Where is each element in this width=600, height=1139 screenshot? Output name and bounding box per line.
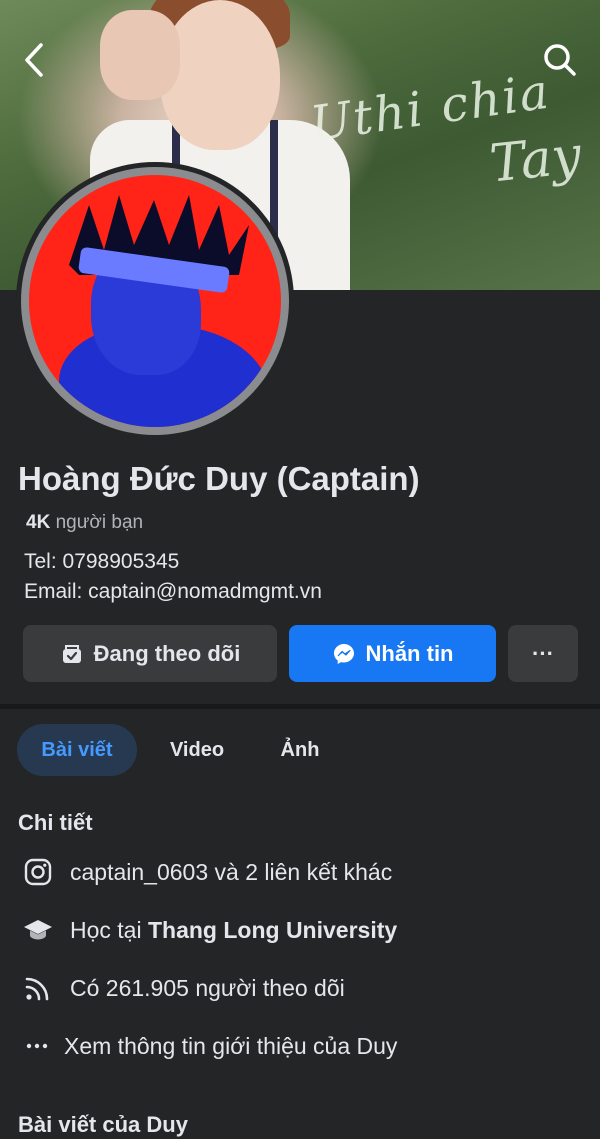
cover-handwriting: Uthi chia Tay: [300, 63, 590, 230]
cover-hand: [100, 10, 180, 100]
message-label: Nhắn tin: [365, 640, 454, 666]
following-button[interactable]: Đang theo dõi: [23, 625, 277, 682]
followers-text: Có 261.905 người theo dõi: [70, 974, 345, 1001]
detail-instagram[interactable]: captain_0603 và 2 liên kết khác: [18, 852, 392, 892]
ellipsis-icon: [18, 1026, 58, 1066]
posts-heading: Bài viết của Duy: [18, 1112, 188, 1137]
back-button[interactable]: [12, 38, 56, 82]
more-options-button[interactable]: ···: [508, 625, 578, 682]
tab-photos[interactable]: Ảnh: [267, 724, 333, 776]
search-button[interactable]: [538, 38, 582, 82]
following-label: Đang theo dõi: [93, 640, 241, 666]
detail-education: Học tại Thang Long University: [18, 910, 397, 950]
graduation-cap-icon: [18, 910, 58, 950]
detail-followers[interactable]: Có 261.905 người theo dõi: [18, 968, 345, 1008]
rss-feed-icon: [18, 968, 58, 1008]
friends-count-number: 4K: [26, 512, 51, 533]
friends-count[interactable]: 4K người bạn: [26, 512, 143, 534]
detail-see-about[interactable]: Xem thông tin giới thiệu của Duy: [18, 1026, 397, 1066]
cover-script-line2: Tay: [487, 125, 584, 195]
messenger-icon: [333, 643, 354, 664]
details-heading: Chi tiết: [18, 810, 93, 835]
profile-name: Hoàng Đức Duy (Captain): [18, 460, 420, 497]
avatar-story-ring: [21, 167, 289, 435]
education-school[interactable]: Thang Long University: [148, 917, 397, 944]
more-dots-icon: ···: [532, 640, 554, 666]
section-divider: [0, 704, 600, 709]
message-button[interactable]: Nhắn tin: [289, 625, 496, 682]
education-prefix: Học tại: [70, 916, 148, 943]
tab-video[interactable]: Video: [157, 724, 237, 776]
friends-count-label: người bạn: [55, 512, 144, 533]
profile-avatar[interactable]: [16, 162, 294, 440]
instagram-icon: [18, 852, 58, 892]
following-icon: [62, 644, 81, 663]
avatar-image: [29, 175, 281, 427]
see-about-text: Xem thông tin giới thiệu của Duy: [64, 1032, 398, 1059]
chevron-left-icon: [25, 43, 43, 77]
search-icon: [544, 44, 576, 76]
instagram-text: captain_0603 và 2 liên kết khác: [70, 858, 393, 885]
bio-email: Email: captain@nomadmgmt.vn: [24, 580, 322, 603]
tab-posts[interactable]: Bài viết: [17, 724, 137, 776]
bio-tel: Tel: 0798905345: [24, 550, 180, 573]
